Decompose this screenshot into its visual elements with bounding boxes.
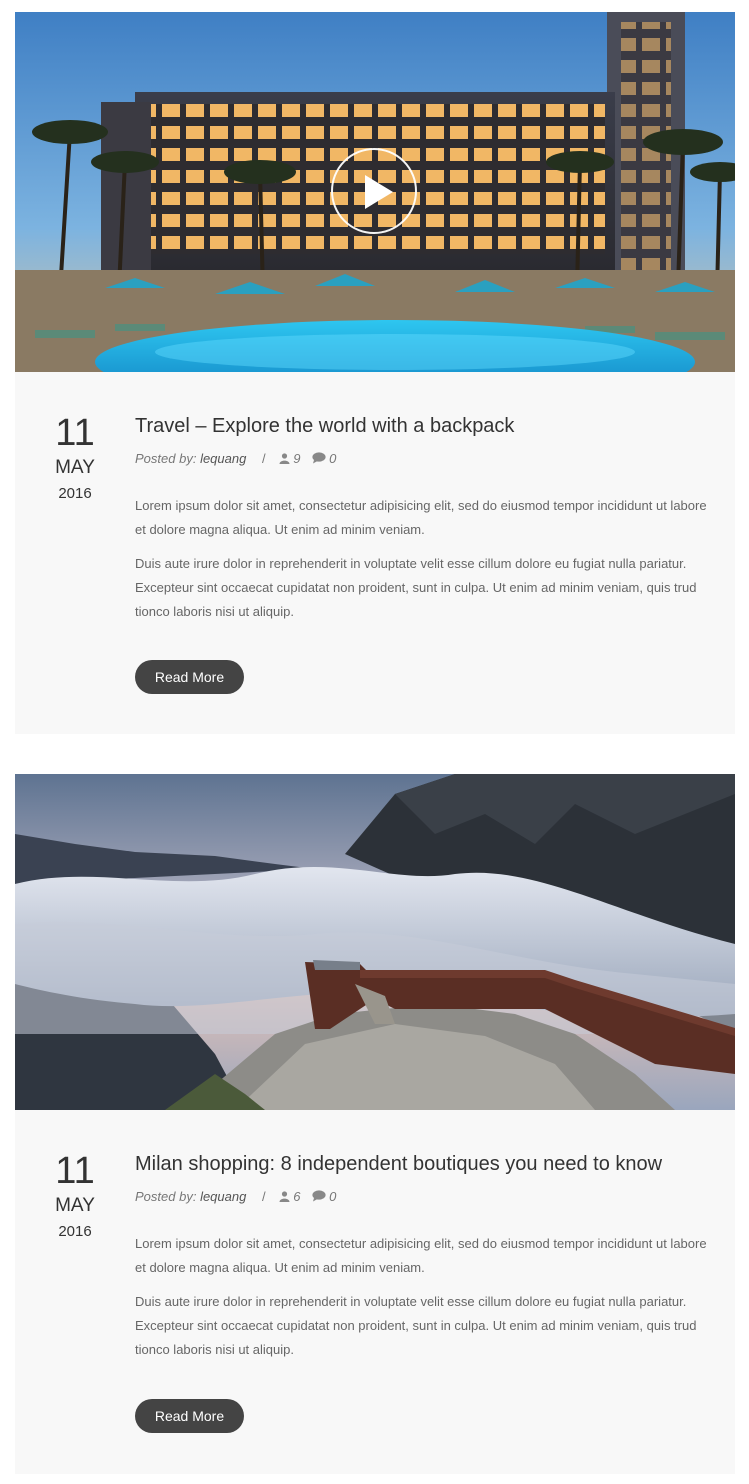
date-month: MAY — [55, 457, 95, 478]
post-date: 11 MAY 2016 — [37, 1150, 113, 1242]
comments-count[interactable]: 0 — [329, 451, 336, 466]
post-body: 11 MAY 2016 Travel – Explore the world w… — [15, 372, 735, 734]
post-body: 11 MAY 2016 Milan shopping: 8 independen… — [15, 1110, 735, 1474]
post-excerpt: Lorem ipsum dolor sit amet, consectetur … — [135, 494, 720, 624]
post-meta: Posted by: lequang / 9 0 — [135, 450, 720, 468]
read-more-button[interactable]: Read More — [135, 1399, 244, 1433]
post-title[interactable]: Travel – Explore the world with a backpa… — [135, 412, 720, 440]
comment-icon — [312, 1190, 326, 1202]
post-image-hotel[interactable] — [15, 12, 735, 372]
excerpt-paragraph: Duis aute irure dolor in reprehenderit i… — [135, 1294, 697, 1357]
post-image-mountain[interactable] — [15, 774, 735, 1110]
video-play-button[interactable] — [331, 148, 417, 234]
views-count: 6 — [293, 1189, 301, 1204]
posted-by-label: Posted by: — [135, 451, 197, 466]
user-icon — [279, 453, 290, 464]
read-more-button[interactable]: Read More — [135, 660, 244, 694]
post-date: 11 MAY 2016 — [37, 412, 113, 504]
post-meta: Posted by: lequang / 6 0 — [135, 1188, 720, 1206]
views-count: 9 — [293, 451, 301, 466]
post-title[interactable]: Milan shopping: 8 independent boutiques … — [135, 1150, 720, 1178]
date-day: 11 — [55, 1150, 95, 1192]
comments-count[interactable]: 0 — [329, 1189, 336, 1204]
blog-post: 11 MAY 2016 Travel – Explore the world w… — [15, 12, 735, 734]
date-month: MAY — [55, 1195, 95, 1216]
date-year: 2016 — [58, 485, 92, 502]
blog-post: 11 MAY 2016 Milan shopping: 8 independen… — [15, 774, 735, 1474]
excerpt-paragraph: Lorem ipsum dolor sit amet, consectetur … — [135, 498, 707, 537]
post-content: Milan shopping: 8 independent boutiques … — [135, 1150, 720, 1372]
play-icon — [365, 175, 393, 209]
comment-icon — [312, 452, 326, 464]
excerpt-paragraph: Duis aute irure dolor in reprehenderit i… — [135, 556, 697, 619]
meta-separator: / — [261, 1189, 266, 1204]
post-excerpt: Lorem ipsum dolor sit amet, consectetur … — [135, 1232, 720, 1362]
date-year: 2016 — [58, 1223, 92, 1240]
user-icon — [279, 1191, 290, 1202]
author-link[interactable]: lequang — [200, 451, 246, 466]
post-content: Travel – Explore the world with a backpa… — [135, 412, 720, 634]
author-link[interactable]: lequang — [200, 1189, 246, 1204]
meta-separator: / — [261, 451, 266, 466]
date-day: 11 — [55, 412, 95, 454]
posted-by-label: Posted by: — [135, 1189, 197, 1204]
mountain-clouds-image — [15, 774, 735, 1110]
excerpt-paragraph: Lorem ipsum dolor sit amet, consectetur … — [135, 1236, 707, 1275]
